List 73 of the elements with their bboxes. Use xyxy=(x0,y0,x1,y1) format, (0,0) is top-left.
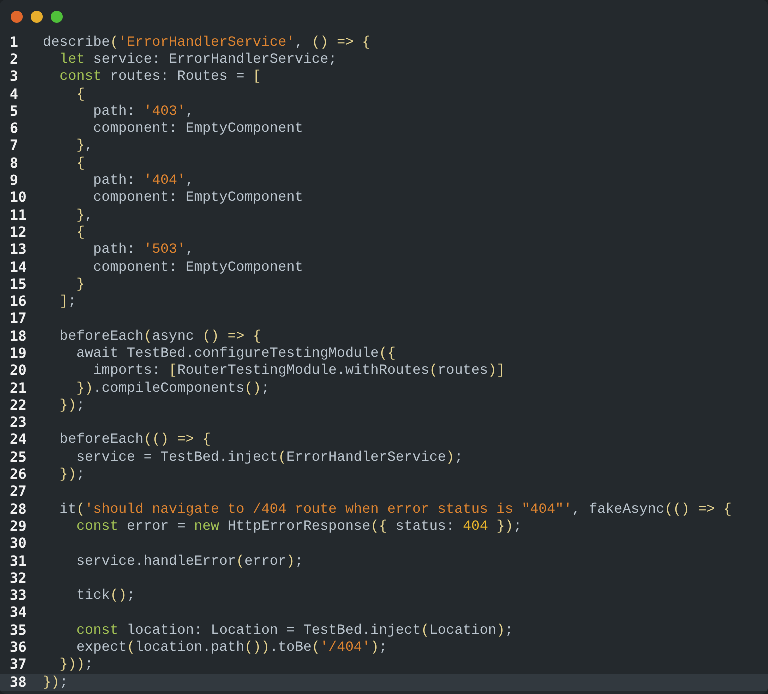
code-line: }); xyxy=(43,674,68,691)
window-control-dot[interactable] xyxy=(11,11,23,23)
code-line: const routes: Routes = [ xyxy=(58,69,262,86)
window-control-dot[interactable] xyxy=(31,11,43,23)
line-number: 14 xyxy=(9,260,28,276)
line-number: 9 xyxy=(9,173,20,190)
line-number: 34 xyxy=(9,605,28,622)
code-line: }); xyxy=(58,398,86,414)
line-number: 30 xyxy=(9,536,28,552)
line-number: 10 xyxy=(9,190,28,206)
code-line: path: '404', xyxy=(92,173,194,190)
code-line: path: '403', xyxy=(92,104,194,120)
line-number: 26 xyxy=(9,467,28,484)
code-line: }).compileComponents(); xyxy=(76,380,270,397)
line-number: 11 xyxy=(9,208,28,224)
code-line: const error = new HttpErrorResponse({ status: 404 }); xyxy=(76,518,522,535)
code-line: })); xyxy=(58,657,94,674)
line-number: 28 xyxy=(9,502,28,518)
line-number: 6 xyxy=(9,121,20,138)
code-line: { xyxy=(76,86,86,103)
line-number: 12 xyxy=(9,224,28,241)
code-line: }); xyxy=(58,467,86,484)
code-line: }, xyxy=(76,208,94,224)
line-number: 35 xyxy=(9,622,28,639)
code-line: component: EmptyComponent xyxy=(92,190,304,206)
code-line: const location: Location = TestBed.inject(Location); xyxy=(76,622,514,639)
code-line: { xyxy=(76,156,86,172)
line-number: 25 xyxy=(9,450,28,466)
line-number: 23 xyxy=(9,415,28,432)
line-number: 8 xyxy=(9,156,20,172)
code-line: beforeEach(() => { xyxy=(58,432,212,448)
line-number: 27 xyxy=(9,484,28,500)
line-number: 5 xyxy=(9,104,20,120)
code-line: path: '503', xyxy=(92,242,194,258)
line-number: 7 xyxy=(9,138,20,154)
code-line: tick(); xyxy=(76,588,136,604)
code-line: ]; xyxy=(58,294,77,310)
line-number: 21 xyxy=(9,380,28,397)
line-number: 38 xyxy=(9,674,28,691)
code-line: }, xyxy=(76,138,94,154)
line-number: 31 xyxy=(9,554,28,570)
line-number: 22 xyxy=(9,398,28,414)
line-number: 29 xyxy=(9,518,28,535)
line-number: 13 xyxy=(9,242,28,258)
line-number: 4 xyxy=(9,86,20,103)
code-line: beforeEach(async () => { xyxy=(58,328,262,345)
code-line: expect(location.path()).toBe('/404'); xyxy=(76,640,388,656)
code-line: imports: [RouterTestingModule.withRoutes(routes)] xyxy=(92,363,506,380)
code-line: service = TestBed.inject(ErrorHandlerService); xyxy=(76,450,464,466)
line-number: 17 xyxy=(9,311,28,328)
line-number: 36 xyxy=(9,640,28,656)
code-line: describe('ErrorHandlerService', () => { xyxy=(43,34,371,51)
line-number: 33 xyxy=(9,588,28,604)
code-line: component: EmptyComponent xyxy=(92,260,304,276)
code-line: let service: ErrorHandlerService; xyxy=(58,52,338,68)
line-number: 2 xyxy=(9,52,20,68)
line-number: 3 xyxy=(9,69,20,86)
code-line: service.handleError(error); xyxy=(76,554,304,570)
line-number: 20 xyxy=(9,363,28,380)
line-number: 24 xyxy=(9,432,28,448)
line-number: 15 xyxy=(9,276,28,293)
code-line: { xyxy=(76,224,86,241)
line-number: 37 xyxy=(9,657,28,674)
line-number: 19 xyxy=(9,346,28,362)
code-line: await TestBed.configureTestingModule({ xyxy=(76,346,396,362)
line-number: 18 xyxy=(9,328,28,345)
code-line: component: EmptyComponent xyxy=(92,121,304,138)
window-control-dot[interactable] xyxy=(51,11,63,23)
line-number: 1 xyxy=(9,34,20,51)
line-number: 16 xyxy=(9,294,28,310)
code-line: it('should navigate to /404 route when error status is "404"', fakeAsync(() => { xyxy=(58,502,732,518)
code-line: } xyxy=(76,276,86,293)
line-number: 32 xyxy=(9,570,28,587)
